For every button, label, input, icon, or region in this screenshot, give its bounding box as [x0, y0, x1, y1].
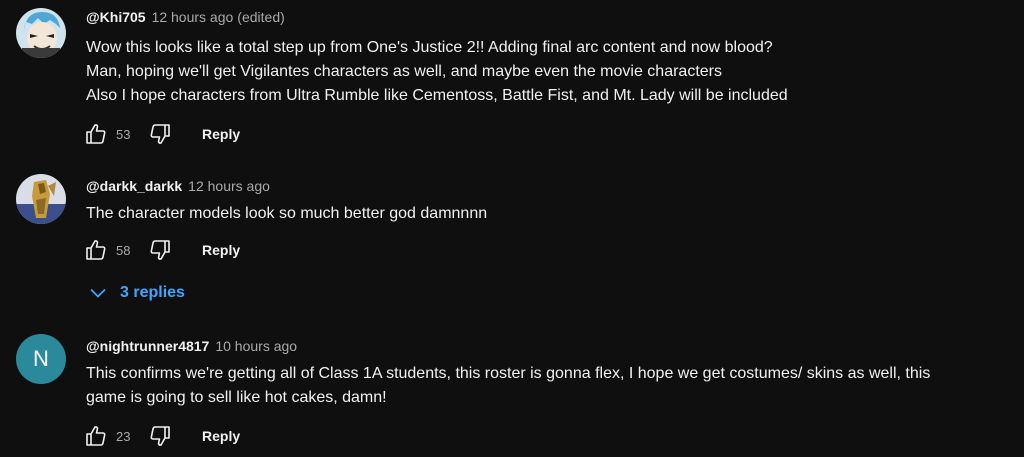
dislike-button[interactable]	[146, 422, 174, 450]
comment-text: Wow this looks like a total step up from…	[86, 36, 1016, 108]
avatar[interactable]	[16, 8, 66, 58]
avatar-letter: N	[33, 346, 49, 371]
comment-thread: N @nightrunner4817 10 hours ago This conf…	[0, 320, 1024, 457]
view-replies-button[interactable]: 3 replies	[90, 281, 185, 305]
comment-toolbar: 23 Reply	[82, 422, 240, 450]
anime-character-avatar-icon	[16, 8, 66, 58]
comment-text: The character models look so much better…	[86, 202, 1016, 226]
comment-line: game is going to sell like hot cakes, da…	[86, 389, 387, 406]
comment-header: @Khi705 12 hours ago (edited)	[86, 8, 285, 26]
thumbs-up-icon	[86, 240, 106, 260]
reply-button[interactable]: Reply	[202, 428, 240, 444]
thumbs-down-icon	[150, 124, 170, 144]
comment-header: @nightrunner4817 10 hours ago	[86, 337, 297, 355]
comment-line: Man, hoping we'll get Vigilantes charact…	[86, 63, 722, 80]
avatar[interactable]: N	[16, 334, 66, 384]
chevron-down-icon	[90, 288, 106, 298]
comment-header: @darkk_darkk 12 hours ago	[86, 177, 270, 195]
replies-count-label: 3 replies	[120, 284, 185, 301]
avatar[interactable]	[16, 174, 66, 224]
thumbs-up-icon	[86, 426, 106, 446]
dislike-button[interactable]	[146, 120, 174, 148]
like-count: 53	[116, 126, 131, 142]
comment-timestamp[interactable]: 12 hours ago	[188, 178, 270, 194]
reply-button[interactable]: Reply	[202, 126, 240, 142]
gold-figure-avatar-icon	[16, 174, 66, 224]
reply-button[interactable]: Reply	[202, 242, 240, 258]
dislike-button[interactable]	[146, 236, 174, 264]
thumbs-up-icon	[86, 124, 106, 144]
like-count: 58	[116, 242, 131, 258]
comment-line: Also I hope characters from Ultra Rumble…	[86, 87, 788, 104]
edited-label: (edited)	[237, 9, 285, 25]
like-button[interactable]	[82, 236, 110, 264]
comment-toolbar: 58 Reply	[82, 236, 240, 264]
like-count: 23	[116, 428, 131, 444]
comment-line: Wow this looks like a total step up from…	[86, 39, 773, 56]
comment-timestamp[interactable]: 10 hours ago	[215, 338, 297, 354]
comment-line: The character models look so much better…	[86, 205, 488, 222]
comment-author[interactable]: @Khi705	[86, 9, 146, 25]
comments-section: @Khi705 12 hours ago (edited) Wow this loo…	[0, 0, 1024, 457]
comment-timestamp[interactable]: 12 hours ago	[152, 9, 234, 25]
thumbs-down-icon	[150, 240, 170, 260]
comment-author[interactable]: @nightrunner4817	[86, 338, 209, 354]
comment-text: This confirms we're getting all of Class…	[86, 362, 1016, 410]
comment-author[interactable]: @darkk_darkk	[86, 178, 182, 194]
comment-thread: @Khi705 12 hours ago (edited) Wow this loo…	[0, 0, 1024, 160]
comment-line: This confirms we're getting all of Class…	[86, 365, 931, 382]
comment-toolbar: 53 Reply	[82, 120, 240, 148]
like-button[interactable]	[82, 422, 110, 450]
thumbs-down-icon	[150, 426, 170, 446]
like-button[interactable]	[82, 120, 110, 148]
